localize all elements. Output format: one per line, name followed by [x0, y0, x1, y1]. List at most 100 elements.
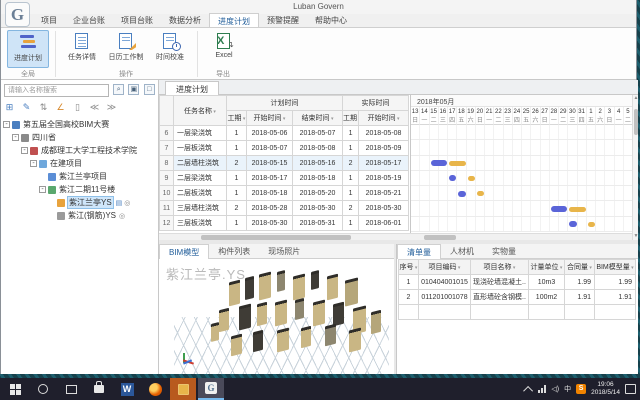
start-button[interactable]: [2, 378, 28, 400]
table-row[interactable]: 8二层墙柱浇筑22018-05-152018-05-1622018-05-17: [160, 156, 409, 171]
clock[interactable]: 19:06 2018/5/14: [591, 381, 620, 397]
sort-icon[interactable]: ▾: [588, 265, 592, 271]
table-row[interactable]: 7一层板浇筑12018-05-072018-05-0812018-05-09: [160, 141, 409, 156]
planned-bar[interactable]: [431, 160, 448, 166]
quantity-tab[interactable]: 清单量: [397, 244, 441, 259]
table-row[interactable]: 1010404001015现浇砼墙混凝土..10m31.991.99: [399, 275, 636, 290]
wall-element[interactable]: [311, 270, 319, 290]
ime-indicator[interactable]: 中: [564, 384, 571, 394]
wall-element[interactable]: [275, 300, 287, 327]
wall-element[interactable]: [259, 272, 271, 301]
sort-icon[interactable]: ▾: [396, 116, 400, 122]
collapse-branch-icon[interactable]: ≪: [89, 102, 100, 113]
table-row[interactable]: 6一层梁浇筑12018-05-062018-05-0712018-05-08: [160, 126, 409, 141]
wall-element[interactable]: [301, 326, 311, 348]
wall-element[interactable]: [211, 322, 219, 342]
scroll-up-icon[interactable]: ▲: [633, 95, 639, 102]
tree-item[interactable]: -四川省: [3, 131, 153, 144]
wall-element[interactable]: [327, 274, 338, 301]
wall-element[interactable]: [293, 274, 305, 301]
sort-icon[interactable]: ▾: [559, 265, 563, 271]
search-icon[interactable]: ⌕: [113, 84, 124, 95]
sort-icon[interactable]: ▾: [330, 116, 334, 122]
tree-expander-icon[interactable]: -: [21, 147, 28, 154]
tree-item[interactable]: 紫江(钢筋)YS◎: [3, 209, 153, 222]
sort-icon[interactable]: ▾: [242, 116, 246, 122]
task-view-button[interactable]: [58, 378, 84, 400]
expand-branch-icon[interactable]: ≫: [106, 102, 117, 113]
actual-bar[interactable]: [449, 161, 466, 166]
tree-item[interactable]: -第五届全国高校BIM大赛: [3, 118, 153, 131]
wall-element[interactable]: [349, 328, 361, 353]
ribbon-tab[interactable]: 项目台账: [113, 13, 161, 27]
wall-element[interactable]: [231, 334, 242, 357]
tray-expand-icon[interactable]: [523, 385, 533, 395]
ribbon-tab[interactable]: 进度计划: [209, 13, 259, 27]
wall-element[interactable]: [277, 328, 289, 353]
schedule-table[interactable]: 任务名称 ▾计划时间实际时间工期 ▾开始时间 ▾结束时间 ▾工期 ▾开始时间 ▾…: [159, 95, 409, 231]
planned-bar[interactable]: [458, 191, 465, 197]
wall-element[interactable]: [245, 276, 254, 300]
tree-item[interactable]: 紫江兰亭项目: [3, 170, 153, 183]
app-logo-icon[interactable]: G: [5, 2, 30, 27]
bim-tab[interactable]: BIM模型: [159, 244, 209, 259]
schedule-hscrollbar[interactable]: [159, 233, 410, 240]
sort-icon[interactable]: ▾: [457, 265, 461, 271]
quantity-tab[interactable]: 实物量: [483, 244, 525, 259]
collapse-all-icon[interactable]: □: [144, 84, 155, 95]
gantt-hscrollbar[interactable]: [410, 233, 632, 240]
tree-expander-icon[interactable]: -: [30, 160, 37, 167]
sogou-icon[interactable]: S: [576, 384, 586, 394]
wall-element[interactable]: [253, 330, 263, 352]
ribbon-tab[interactable]: 帮助中心: [307, 13, 355, 27]
table-row[interactable]: 2011201001078直形墙砼含钢模..100m21.911.91: [399, 290, 636, 305]
wall-element[interactable]: [239, 304, 251, 331]
table-row[interactable]: 10二层板浇筑12018-05-182018-05-2012018-05-21: [160, 186, 409, 201]
planned-bar[interactable]: [569, 221, 576, 227]
wall-element[interactable]: [257, 302, 267, 326]
actual-bar[interactable]: [468, 176, 475, 181]
actual-bar[interactable]: [569, 207, 586, 212]
tree-expander-icon[interactable]: -: [12, 134, 19, 141]
add-node-icon[interactable]: ⊞: [4, 102, 15, 113]
wall-element[interactable]: [333, 302, 344, 327]
bim-tab[interactable]: 构件列表: [209, 244, 259, 259]
move-node-icon[interactable]: ⇅: [38, 102, 49, 113]
expand-all-icon[interactable]: ▣: [128, 84, 139, 95]
luban-govern-icon[interactable]: G: [198, 378, 224, 400]
planned-bar[interactable]: [551, 206, 568, 212]
wall-element[interactable]: [313, 300, 325, 327]
word-icon[interactable]: W: [114, 378, 140, 400]
sort-icon[interactable]: ▾: [282, 116, 286, 122]
quantity-tab[interactable]: 人材机: [441, 244, 483, 259]
wall-element[interactable]: [345, 277, 358, 306]
table-row[interactable]: 11三层墙柱浇筑22018-05-282018-05-3022018-05-30: [160, 201, 409, 216]
wall-element[interactable]: [277, 270, 285, 292]
cortana-search-button[interactable]: [30, 378, 56, 400]
tree-item[interactable]: -紫江二期11号楼: [3, 183, 153, 196]
bim-tab[interactable]: 现场照片: [259, 244, 309, 259]
tree-search-input[interactable]: [4, 84, 109, 97]
tree-item[interactable]: 紫江兰亭YS▤◎: [3, 196, 153, 209]
actual-bar[interactable]: [588, 222, 595, 227]
wall-element[interactable]: [229, 280, 240, 307]
network-icon[interactable]: [538, 385, 546, 393]
ribbon-tab[interactable]: 数据分析: [161, 13, 209, 27]
sort-icon[interactable]: ▾: [212, 109, 216, 115]
link-model-icon[interactable]: ∠: [55, 102, 66, 113]
gantt-vscrollbar[interactable]: ▲ ▼: [632, 95, 638, 240]
ribbon-tab[interactable]: 项目: [33, 13, 65, 27]
sort-icon[interactable]: ▾: [512, 265, 516, 271]
tree-expander-icon[interactable]: -: [3, 121, 10, 128]
tree-expander-icon[interactable]: -: [39, 186, 46, 193]
action-center-icon[interactable]: [625, 384, 636, 394]
browser-icon[interactable]: [142, 378, 168, 400]
bim-3d-view[interactable]: 紫江兰亭.YS: [159, 259, 394, 374]
luban-app-icon[interactable]: [170, 378, 196, 400]
edit-node-icon[interactable]: ✎: [21, 102, 32, 113]
table-row[interactable]: 9二层梁浇筑12018-05-172018-05-1812018-05-19: [160, 171, 409, 186]
table-row[interactable]: 12三层板浇筑12018-05-302018-05-3112018-06-01: [160, 216, 409, 231]
sort-icon[interactable]: ▾: [414, 265, 418, 271]
wall-element[interactable]: [371, 310, 381, 334]
tree-item[interactable]: -在建项目: [3, 157, 153, 170]
